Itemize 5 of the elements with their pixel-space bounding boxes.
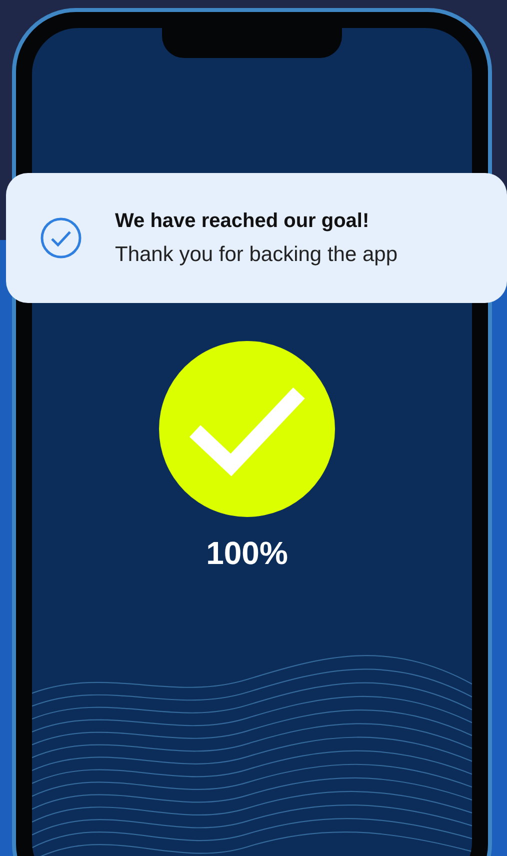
checkmark-circle-icon [159,341,335,517]
check-circle-icon [39,216,83,260]
notification-message: Thank you for backing the app [115,242,398,266]
progress-percentage: 100% [206,535,288,572]
notification-title: We have reached our goal! [115,210,370,232]
